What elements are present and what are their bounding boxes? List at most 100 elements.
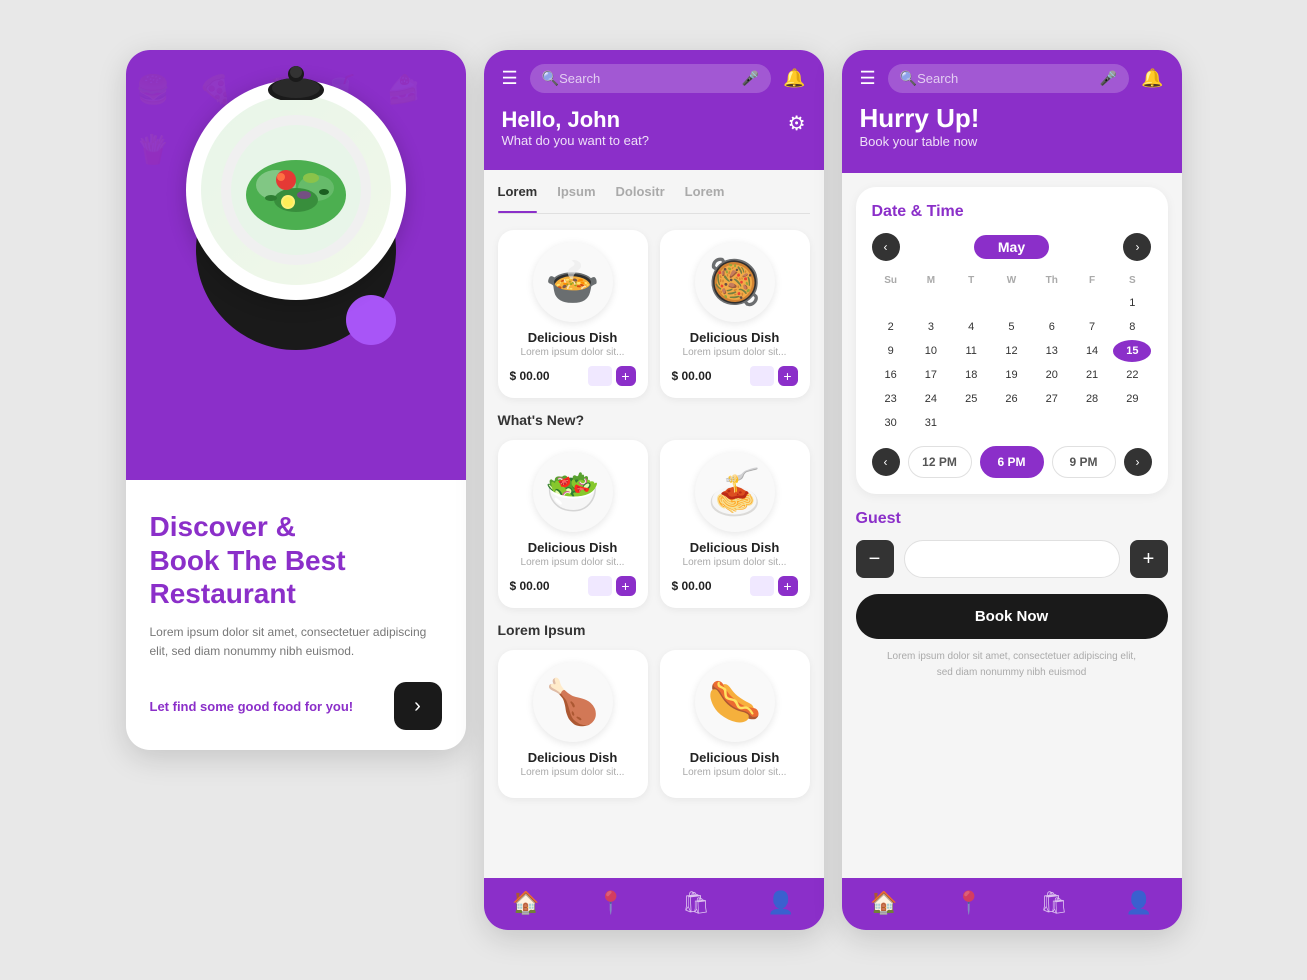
bell-icon-3[interactable]: 🔔: [1141, 68, 1163, 89]
next-button[interactable]: ›: [394, 682, 442, 730]
dish-price-row-1: $ 00.00 +: [510, 366, 636, 386]
tab-lorem[interactable]: Lorem: [498, 184, 538, 205]
cal-day-28[interactable]: 28: [1073, 388, 1111, 410]
nav-bag-2[interactable]: 🛍: [682, 890, 710, 916]
cal-day-13[interactable]: 13: [1033, 340, 1071, 362]
dish-qty-ctrl-4: +: [750, 576, 798, 596]
book-now-button[interactable]: Book Now: [856, 594, 1168, 639]
bottom-nav-2: 🏠 📍 🛍 👤: [484, 878, 824, 930]
search-input[interactable]: [559, 71, 742, 86]
dish-desc-4: Lorem ipsum dolor sit...: [672, 557, 798, 568]
cal-day-7[interactable]: 7: [1073, 316, 1111, 338]
date-time-card: Date & Time ‹ May › Su M T W Th F S: [856, 187, 1168, 494]
mic-icon-3[interactable]: 🎤: [1100, 70, 1117, 87]
nav-location-3[interactable]: 📍: [955, 890, 982, 916]
cal-day-12[interactable]: 12: [992, 340, 1030, 362]
search-icon-3: 🔍: [900, 70, 917, 87]
nav-profile-3[interactable]: 👤: [1125, 890, 1152, 916]
search-bar[interactable]: 🔍 🎤: [530, 64, 771, 93]
cal-day-empty-11: [1113, 412, 1151, 434]
dish-desc-1: Lorem ipsum dolor sit...: [510, 347, 636, 358]
tab-lorem2[interactable]: Lorem: [685, 184, 725, 205]
dish-name-1: Delicious Dish: [510, 330, 636, 345]
screen2-header: ☰ 🔍 🎤 🔔 Hello, John What do you want to …: [484, 50, 824, 170]
time-slot-12pm[interactable]: 12 PM: [908, 446, 972, 478]
cal-day-18[interactable]: 18: [952, 364, 990, 386]
cal-day-15[interactable]: 15: [1113, 340, 1151, 362]
cal-day-26[interactable]: 26: [992, 388, 1030, 410]
menu-icon[interactable]: ☰: [502, 68, 518, 89]
mic-icon[interactable]: 🎤: [742, 70, 759, 87]
cal-day-17[interactable]: 17: [912, 364, 950, 386]
time-slot-6pm[interactable]: 6 PM: [980, 446, 1044, 478]
cal-day-3[interactable]: 3: [912, 316, 950, 338]
cal-day-6[interactable]: 6: [1033, 316, 1071, 338]
screen3-content: Date & Time ‹ May › Su M T W Th F S: [842, 173, 1182, 878]
cal-label-f: F: [1073, 271, 1111, 290]
cal-day-20[interactable]: 20: [1033, 364, 1071, 386]
cal-day-16[interactable]: 16: [872, 364, 910, 386]
cal-day-27[interactable]: 27: [1033, 388, 1071, 410]
cal-day-31[interactable]: 31: [912, 412, 950, 434]
search-bar-3[interactable]: 🔍 🎤: [888, 64, 1129, 93]
qty-plus-4[interactable]: +: [778, 576, 798, 596]
search-input-3[interactable]: [917, 71, 1100, 86]
qty-display-1: [588, 366, 612, 386]
cal-prev-btn[interactable]: ‹: [872, 233, 900, 261]
cal-day-30[interactable]: 30: [872, 412, 910, 434]
dish-price-row-4: $ 00.00 +: [672, 576, 798, 596]
greeting-row: Hello, John What do you want to eat? ⚙: [502, 103, 806, 152]
cal-day-4[interactable]: 4: [952, 316, 990, 338]
find-food-text: Let find some good food for you!: [150, 699, 354, 714]
guest-plus-btn[interactable]: +: [1130, 540, 1168, 578]
dish-card-5: 🍗 Delicious Dish Lorem ipsum dolor sit..…: [498, 650, 648, 798]
nav-location-2[interactable]: 📍: [597, 890, 624, 916]
guest-minus-btn[interactable]: −: [856, 540, 894, 578]
nav-profile-2[interactable]: 👤: [767, 890, 794, 916]
dish-image-1: 🍲: [533, 242, 613, 322]
menu-icon-3[interactable]: ☰: [860, 68, 876, 89]
cal-label-t: T: [952, 271, 990, 290]
time-prev-btn[interactable]: ‹: [872, 448, 900, 476]
cal-day-25[interactable]: 25: [952, 388, 990, 410]
cal-day-23[interactable]: 23: [872, 388, 910, 410]
cal-day-8[interactable]: 8: [1113, 316, 1151, 338]
screen-2: ☰ 🔍 🎤 🔔 Hello, John What do you want to …: [484, 50, 824, 930]
cal-day-5[interactable]: 5: [992, 316, 1030, 338]
nav-home-3[interactable]: 🏠: [870, 890, 897, 916]
bell-icon[interactable]: 🔔: [783, 68, 805, 89]
cal-day-21[interactable]: 21: [1073, 364, 1111, 386]
cal-day-10[interactable]: 10: [912, 340, 950, 362]
tab-dolositr[interactable]: Dolositr: [616, 184, 665, 205]
cal-day-2[interactable]: 2: [872, 316, 910, 338]
cal-day-24[interactable]: 24: [912, 388, 950, 410]
tab-ipsum[interactable]: Ipsum: [557, 184, 595, 205]
guest-count-input[interactable]: [904, 540, 1120, 578]
nav-bag-3[interactable]: 🛍: [1040, 890, 1068, 916]
cal-label-m: M: [912, 271, 950, 290]
qty-plus-1[interactable]: +: [616, 366, 636, 386]
nav-home-2[interactable]: 🏠: [512, 890, 539, 916]
qty-plus-2[interactable]: +: [778, 366, 798, 386]
cal-day-19[interactable]: 19: [992, 364, 1030, 386]
time-next-btn[interactable]: ›: [1124, 448, 1152, 476]
cal-day-29[interactable]: 29: [1113, 388, 1151, 410]
cal-next-btn[interactable]: ›: [1123, 233, 1151, 261]
cal-label-th: Th: [1033, 271, 1071, 290]
dish-image-2: 🥘: [695, 242, 775, 322]
time-slot-9pm[interactable]: 9 PM: [1052, 446, 1116, 478]
cal-day-1[interactable]: 1: [1113, 292, 1151, 314]
dish-qty-ctrl-3: +: [588, 576, 636, 596]
cal-day-22[interactable]: 22: [1113, 364, 1151, 386]
dish-price-row-2: $ 00.00 +: [672, 366, 798, 386]
dish-price-3: $ 00.00: [510, 579, 550, 593]
cal-day-14[interactable]: 14: [1073, 340, 1111, 362]
filter-icon[interactable]: ⚙: [788, 111, 806, 136]
cal-day-11[interactable]: 11: [952, 340, 990, 362]
dish-card-1: 🍲 Delicious Dish Lorem ipsum dolor sit..…: [498, 230, 648, 398]
header-top-row: ☰ 🔍 🎤 🔔: [502, 64, 806, 93]
guest-label: Guest: [856, 510, 1168, 528]
qty-plus-3[interactable]: +: [616, 576, 636, 596]
cal-day-9[interactable]: 9: [872, 340, 910, 362]
plate-inner: [201, 95, 391, 285]
